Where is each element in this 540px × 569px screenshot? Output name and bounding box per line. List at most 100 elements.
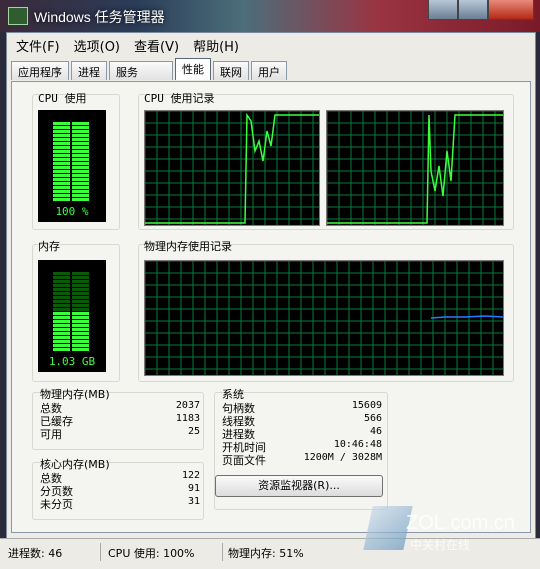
cpu-usage-meter: 100 % [38, 110, 106, 222]
cpu-meter-segment [53, 150, 70, 153]
memory-meter-segment [53, 348, 70, 351]
memory-meter-segment [53, 304, 70, 307]
watermark: ZOL.com.cn 中关村在线 [362, 506, 532, 556]
tab-strip: 应用程序 进程 服务 性能 联网 用户 [11, 58, 289, 81]
memory-meter-segment [53, 316, 70, 319]
cpu-meter-segment [72, 138, 89, 141]
cpu-meter-segment [72, 194, 89, 197]
cpu-meter-segment [72, 178, 89, 181]
cpu-usage-value: 100 % [55, 205, 89, 218]
cpu-meter-segment [72, 142, 89, 145]
stat-value: 566 [363, 413, 382, 424]
memory-meter-segment [72, 344, 89, 347]
memory-history-title: 物理内存使用记录 [144, 240, 232, 253]
memory-meter-segment [53, 340, 70, 343]
cpu-meter-segment [53, 194, 70, 197]
cpu-meter-segment [53, 186, 70, 189]
memory-meter-segment [72, 312, 89, 315]
cpu-meter-segment [72, 162, 89, 165]
memory-meter-segment [72, 280, 89, 283]
status-cpu: CPU 使用: 100% [108, 547, 195, 560]
performance-panel: CPU 使用 100 % CPU 使用记录 内存 1.03 GB 物理内存使用记… [11, 81, 531, 533]
cpu-meter-segment [72, 146, 89, 149]
cpu-meter-segment [72, 158, 89, 161]
cpu-history-graph-core2 [326, 110, 504, 226]
cpu-meter-segment [53, 146, 70, 149]
memory-meter-segment [53, 336, 70, 339]
resource-monitor-button[interactable]: 资源监视器(R)... [215, 475, 383, 497]
close-button[interactable] [488, 0, 534, 20]
stat-value: 25 [187, 426, 200, 437]
cpu-meter-segment [53, 174, 70, 177]
cpu-meter-segment [53, 122, 70, 125]
cpu-meter-segment [53, 134, 70, 137]
cpu-meter-segment [72, 182, 89, 185]
watermark-brand: ZOL.com.cn [406, 512, 515, 534]
memory-meter-segment [72, 296, 89, 299]
cpu-meter-segment [72, 198, 89, 201]
title-bar[interactable]: Windows 任务管理器 [0, 0, 540, 32]
memory-meter-segment [53, 328, 70, 331]
cpu-meter-segment [72, 126, 89, 129]
stat-label: 未分页 [40, 498, 73, 511]
menu-bar: 文件(F) 选项(O) 查看(V) 帮助(H) [11, 34, 248, 56]
status-divider [100, 543, 101, 561]
memory-meter-segment [53, 320, 70, 323]
menu-help[interactable]: 帮助(H) [188, 34, 248, 56]
stat-label: 页面文件 [222, 454, 266, 467]
memory-meter-segment [72, 340, 89, 343]
cpu-meter-segment [72, 154, 89, 157]
cpu-meter-segment [53, 170, 70, 173]
cpu-meter-segment [53, 162, 70, 165]
stat-value: 1200M / 3028M [303, 452, 382, 463]
status-memory: 物理内存: 51% [228, 547, 304, 560]
memory-meter-segment [53, 284, 70, 287]
cpu-meter-segment [72, 122, 89, 125]
menu-file[interactable]: 文件(F) [11, 34, 69, 56]
cpu-meter-segment [53, 166, 70, 169]
tab-networking[interactable]: 联网 [213, 61, 249, 80]
memory-meter-segment [72, 336, 89, 339]
memory-meter-segment [53, 344, 70, 347]
memory-meter-segment [53, 332, 70, 335]
cpu-meter-segment [72, 130, 89, 133]
tab-applications[interactable]: 应用程序 [11, 61, 69, 80]
memory-series [430, 315, 503, 319]
cpu-meter-segment [53, 130, 70, 133]
cpu-meter-segment [53, 158, 70, 161]
cpu-meter-segment [53, 182, 70, 185]
cpu-meter-segment [72, 174, 89, 177]
memory-title: 内存 [38, 240, 60, 253]
memory-meter-segment [53, 324, 70, 327]
memory-meter-segment [72, 300, 89, 303]
minimize-button[interactable] [428, 0, 458, 20]
memory-meter-segment [72, 272, 89, 275]
memory-meter-segment [53, 312, 70, 315]
memory-history-graph [144, 260, 504, 376]
watermark-subtitle: 中关村在线 [410, 538, 471, 552]
status-divider [222, 543, 223, 561]
cpu-meter-segment [72, 150, 89, 153]
memory-meter-segment [53, 300, 70, 303]
maximize-button[interactable] [458, 0, 488, 20]
memory-meter-segment [53, 272, 70, 275]
memory-meter-segment [72, 348, 89, 351]
memory-meter: 1.03 GB [38, 260, 106, 372]
memory-meter-segment [72, 328, 89, 331]
memory-meter-segment [72, 324, 89, 327]
cpu-meter-segment [53, 190, 70, 193]
stat-label: 可用 [40, 428, 62, 441]
menu-options[interactable]: 选项(O) [69, 34, 129, 56]
cpu-meter-segment [53, 138, 70, 141]
stat-value: 2037 [175, 400, 200, 411]
tab-performance[interactable]: 性能 [175, 58, 211, 80]
tab-services[interactable]: 服务 [109, 61, 173, 80]
memory-meter-segment [53, 292, 70, 295]
status-processes: 进程数: 46 [8, 547, 63, 560]
memory-meter-segment [72, 288, 89, 291]
tab-processes[interactable]: 进程 [71, 61, 107, 80]
menu-view[interactable]: 查看(V) [129, 34, 188, 56]
tab-users[interactable]: 用户 [251, 61, 287, 80]
stat-value: 46 [369, 426, 382, 437]
memory-meter-segment [72, 292, 89, 295]
